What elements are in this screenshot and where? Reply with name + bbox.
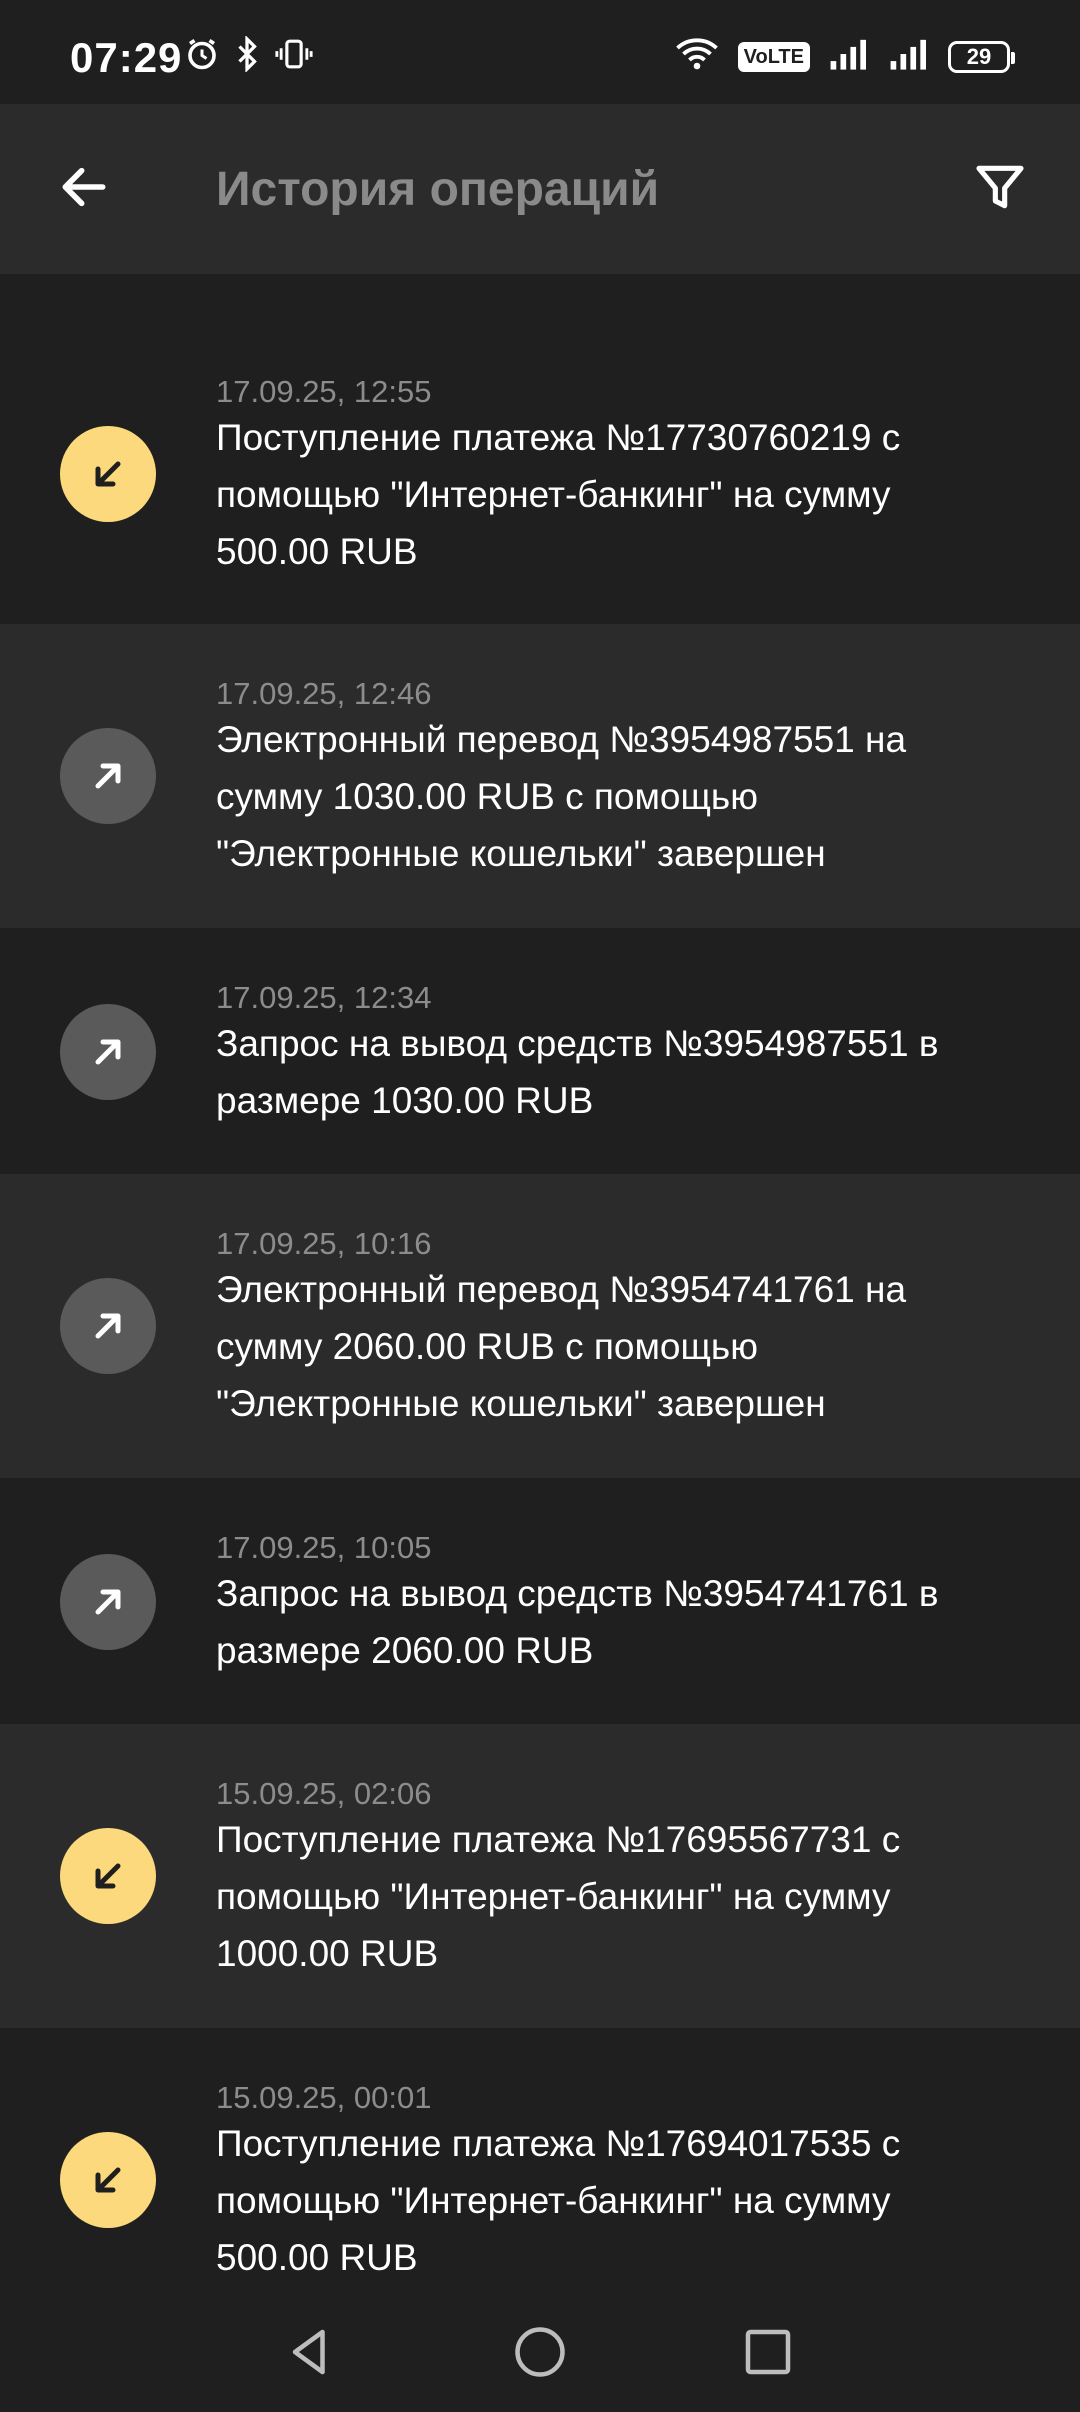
status-right-icons: VoLTE 29 [674,36,1015,77]
app-header: История операций [0,104,1080,274]
operation-row[interactable]: 17.09.25, 10:16 Электронный перевод №395… [0,1174,1080,1478]
page-title: История операций [216,163,660,216]
operations-list[interactable]: 17.09.25, 12:55 Поступление платежа №177… [0,274,1080,2296]
bluetooth-icon [234,35,260,77]
status-left-icons [184,35,314,77]
operation-description: Поступление платежа №17694017535 с помощ… [216,2123,901,2278]
volte-badge: VoLTE [737,41,810,72]
operation-description: Поступление платежа №17695567731 с помощ… [216,1819,901,1974]
battery-indicator: 29 [948,40,1015,73]
nav-back-button[interactable] [272,2316,348,2392]
arrow-left-icon [56,159,112,220]
incoming-payment-icon [60,426,156,522]
status-time: 07:29 [70,34,183,81]
operation-description: Запрос на вывод средств №3954741761 в ра… [216,1573,939,1671]
operation-row[interactable]: 15.09.25, 02:06 Поступление платежа №176… [0,1724,1080,2028]
operation-row[interactable]: 15.09.25, 00:01 Поступление платежа №176… [0,2028,1080,2296]
wifi-icon [674,36,720,77]
operation-row[interactable]: 17.09.25, 12:34 Запрос на вывод средств … [0,928,1080,1174]
operation-row[interactable]: 17.09.25, 12:46 Электронный перевод №395… [0,624,1080,928]
operation-row[interactable]: 17.09.25, 12:55 Поступление платежа №177… [0,274,1080,624]
filter-button[interactable] [960,149,1040,229]
incoming-payment-icon [60,1828,156,1924]
outgoing-payment-icon [60,1004,156,1100]
operation-date: 15.09.25, 00:01 [216,2080,432,2115]
back-button[interactable] [44,149,124,229]
operation-date: 17.09.25, 10:16 [216,1226,432,1261]
signal-icon [888,37,930,76]
nav-recents-button[interactable] [730,2316,806,2392]
alarm-icon [184,36,220,77]
signal-icon [828,37,870,76]
operation-description: Электронный перевод №3954987551 на сумму… [216,719,907,874]
nav-recents-icon [738,2322,798,2387]
operation-description: Электронный перевод №3954741761 на сумму… [216,1269,907,1424]
operation-date: 15.09.25, 02:06 [216,1776,432,1811]
outgoing-payment-icon [60,1554,156,1650]
operation-description: Поступление платежа №17730760219 с помощ… [216,417,901,572]
outgoing-payment-icon [60,728,156,824]
operation-date: 17.09.25, 12:55 [216,374,432,409]
nav-back-icon [280,2322,340,2387]
operation-description: Запрос на вывод средств №3954987551 в ра… [216,1023,939,1121]
outgoing-payment-icon [60,1278,156,1374]
operation-date: 17.09.25, 12:34 [216,980,432,1015]
vibrate-icon [274,36,314,77]
nav-home-icon [510,2322,570,2387]
incoming-payment-icon [60,2132,156,2228]
nav-home-button[interactable] [502,2316,578,2392]
status-bar: 07:29 VoLTE 29 [0,0,1080,104]
filter-icon [972,159,1028,220]
operation-row[interactable]: 17.09.25, 10:05 Запрос на вывод средств … [0,1478,1080,1724]
operation-date: 17.09.25, 10:05 [216,1530,432,1565]
system-nav-bar [0,2296,1080,2412]
operation-date: 17.09.25, 12:46 [216,676,432,711]
